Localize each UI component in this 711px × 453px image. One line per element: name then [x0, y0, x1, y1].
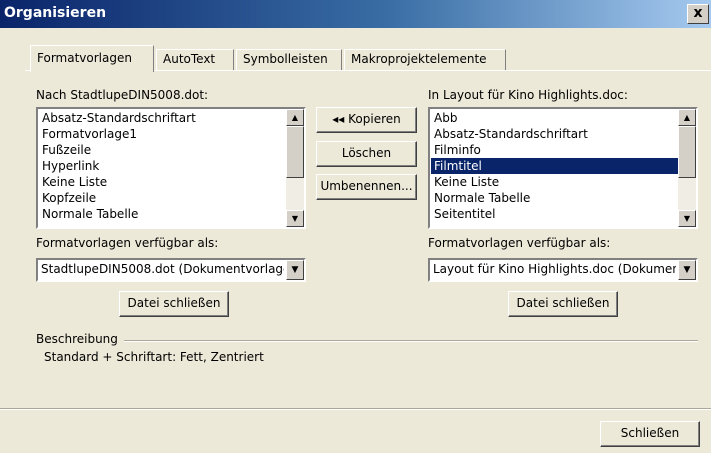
list-item[interactable]: Absatz-Standardschriftart	[431, 126, 678, 142]
list-item[interactable]: Filminfo	[431, 142, 678, 158]
tab-symbolleisten[interactable]: Symbolleisten	[236, 49, 342, 71]
footer-divider	[0, 408, 711, 410]
list-item[interactable]: Hyperlink	[39, 158, 286, 174]
list-item[interactable]: Keine Liste	[39, 174, 286, 190]
list-item[interactable]: Keine Liste	[431, 174, 678, 190]
list-item[interactable]: Seitentitel	[431, 206, 678, 222]
right-list-scrollbar[interactable]: ▲ ▼	[678, 109, 696, 227]
right-document-select[interactable]: Layout für Kino Highlights.doc (Dokument…	[428, 258, 698, 282]
left-available-label: Formatvorlagen verfügbar als:	[36, 236, 219, 250]
chevron-down-icon[interactable]: ▼	[286, 260, 304, 280]
list-item[interactable]: Normale Tabelle	[431, 190, 678, 206]
close-button[interactable]: Schließen	[600, 421, 700, 447]
left-template-select[interactable]: StadtlupeDIN5008.dot (Dokumentvorlage) ▼	[36, 258, 306, 282]
list-item[interactable]: Normale Tabelle	[39, 206, 286, 222]
scroll-down-icon[interactable]: ▼	[286, 210, 304, 227]
left-list-items: Absatz-Standardschriftart Formatvorlage1…	[39, 110, 286, 222]
list-item[interactable]: Kopfzeile	[39, 190, 286, 206]
right-style-list[interactable]: Abb Absatz-Standardschriftart Filminfo F…	[428, 107, 698, 229]
scroll-down-icon[interactable]: ▼	[678, 210, 696, 227]
copy-button[interactable]: ◂◂ Kopieren	[316, 107, 417, 133]
list-item-selected[interactable]: Filmtitel	[431, 158, 678, 174]
close-icon[interactable]: x	[687, 4, 709, 24]
chevron-down-icon[interactable]: ▼	[678, 260, 696, 280]
scroll-thumb[interactable]	[286, 126, 304, 178]
right-available-label: Formatvorlagen verfügbar als:	[428, 236, 611, 250]
right-close-file-button[interactable]: Datei schließen	[508, 291, 618, 317]
left-style-list[interactable]: Absatz-Standardschriftart Formatvorlage1…	[36, 107, 306, 229]
description-text: Standard + Schriftart: Fett, Zentriert	[44, 350, 264, 364]
scroll-up-icon[interactable]: ▲	[286, 109, 304, 126]
description-label: Beschreibung	[36, 332, 118, 346]
tab-makroprojektelemente[interactable]: Makroprojektelemente	[344, 49, 506, 71]
title-bar: Organisieren x	[0, 0, 711, 28]
list-item[interactable]: Abb	[431, 110, 678, 126]
right-list-label: In Layout für Kino Highlights.doc:	[428, 88, 628, 102]
dialog-title: Organisieren	[4, 5, 107, 21]
delete-button[interactable]: Löschen	[316, 141, 417, 167]
left-template-value: StadtlupeDIN5008.dot (Dokumentvorlage)	[41, 262, 284, 276]
left-close-file-button[interactable]: Datei schließen	[119, 291, 229, 317]
list-item[interactable]: Formatvorlage1	[39, 126, 286, 142]
list-item[interactable]: Fußzeile	[39, 142, 286, 158]
scroll-thumb[interactable]	[678, 126, 696, 178]
right-document-value: Layout für Kino Highlights.doc (Dokument…	[433, 262, 676, 276]
right-list-items: Abb Absatz-Standardschriftart Filminfo F…	[431, 110, 678, 222]
organize-dialog: Organisieren x Formatvorlagen AutoText S…	[0, 0, 711, 453]
left-list-label: Nach StadtlupeDIN5008.dot:	[36, 88, 209, 102]
description-divider	[124, 340, 698, 342]
list-item[interactable]: Absatz-Standardschriftart	[39, 110, 286, 126]
scroll-up-icon[interactable]: ▲	[678, 109, 696, 126]
tab-autotext[interactable]: AutoText	[156, 49, 234, 71]
tab-formatvorlagen[interactable]: Formatvorlagen	[30, 45, 154, 72]
rename-button[interactable]: Umbenennen...	[316, 174, 417, 200]
left-list-scrollbar[interactable]: ▲ ▼	[286, 109, 304, 227]
